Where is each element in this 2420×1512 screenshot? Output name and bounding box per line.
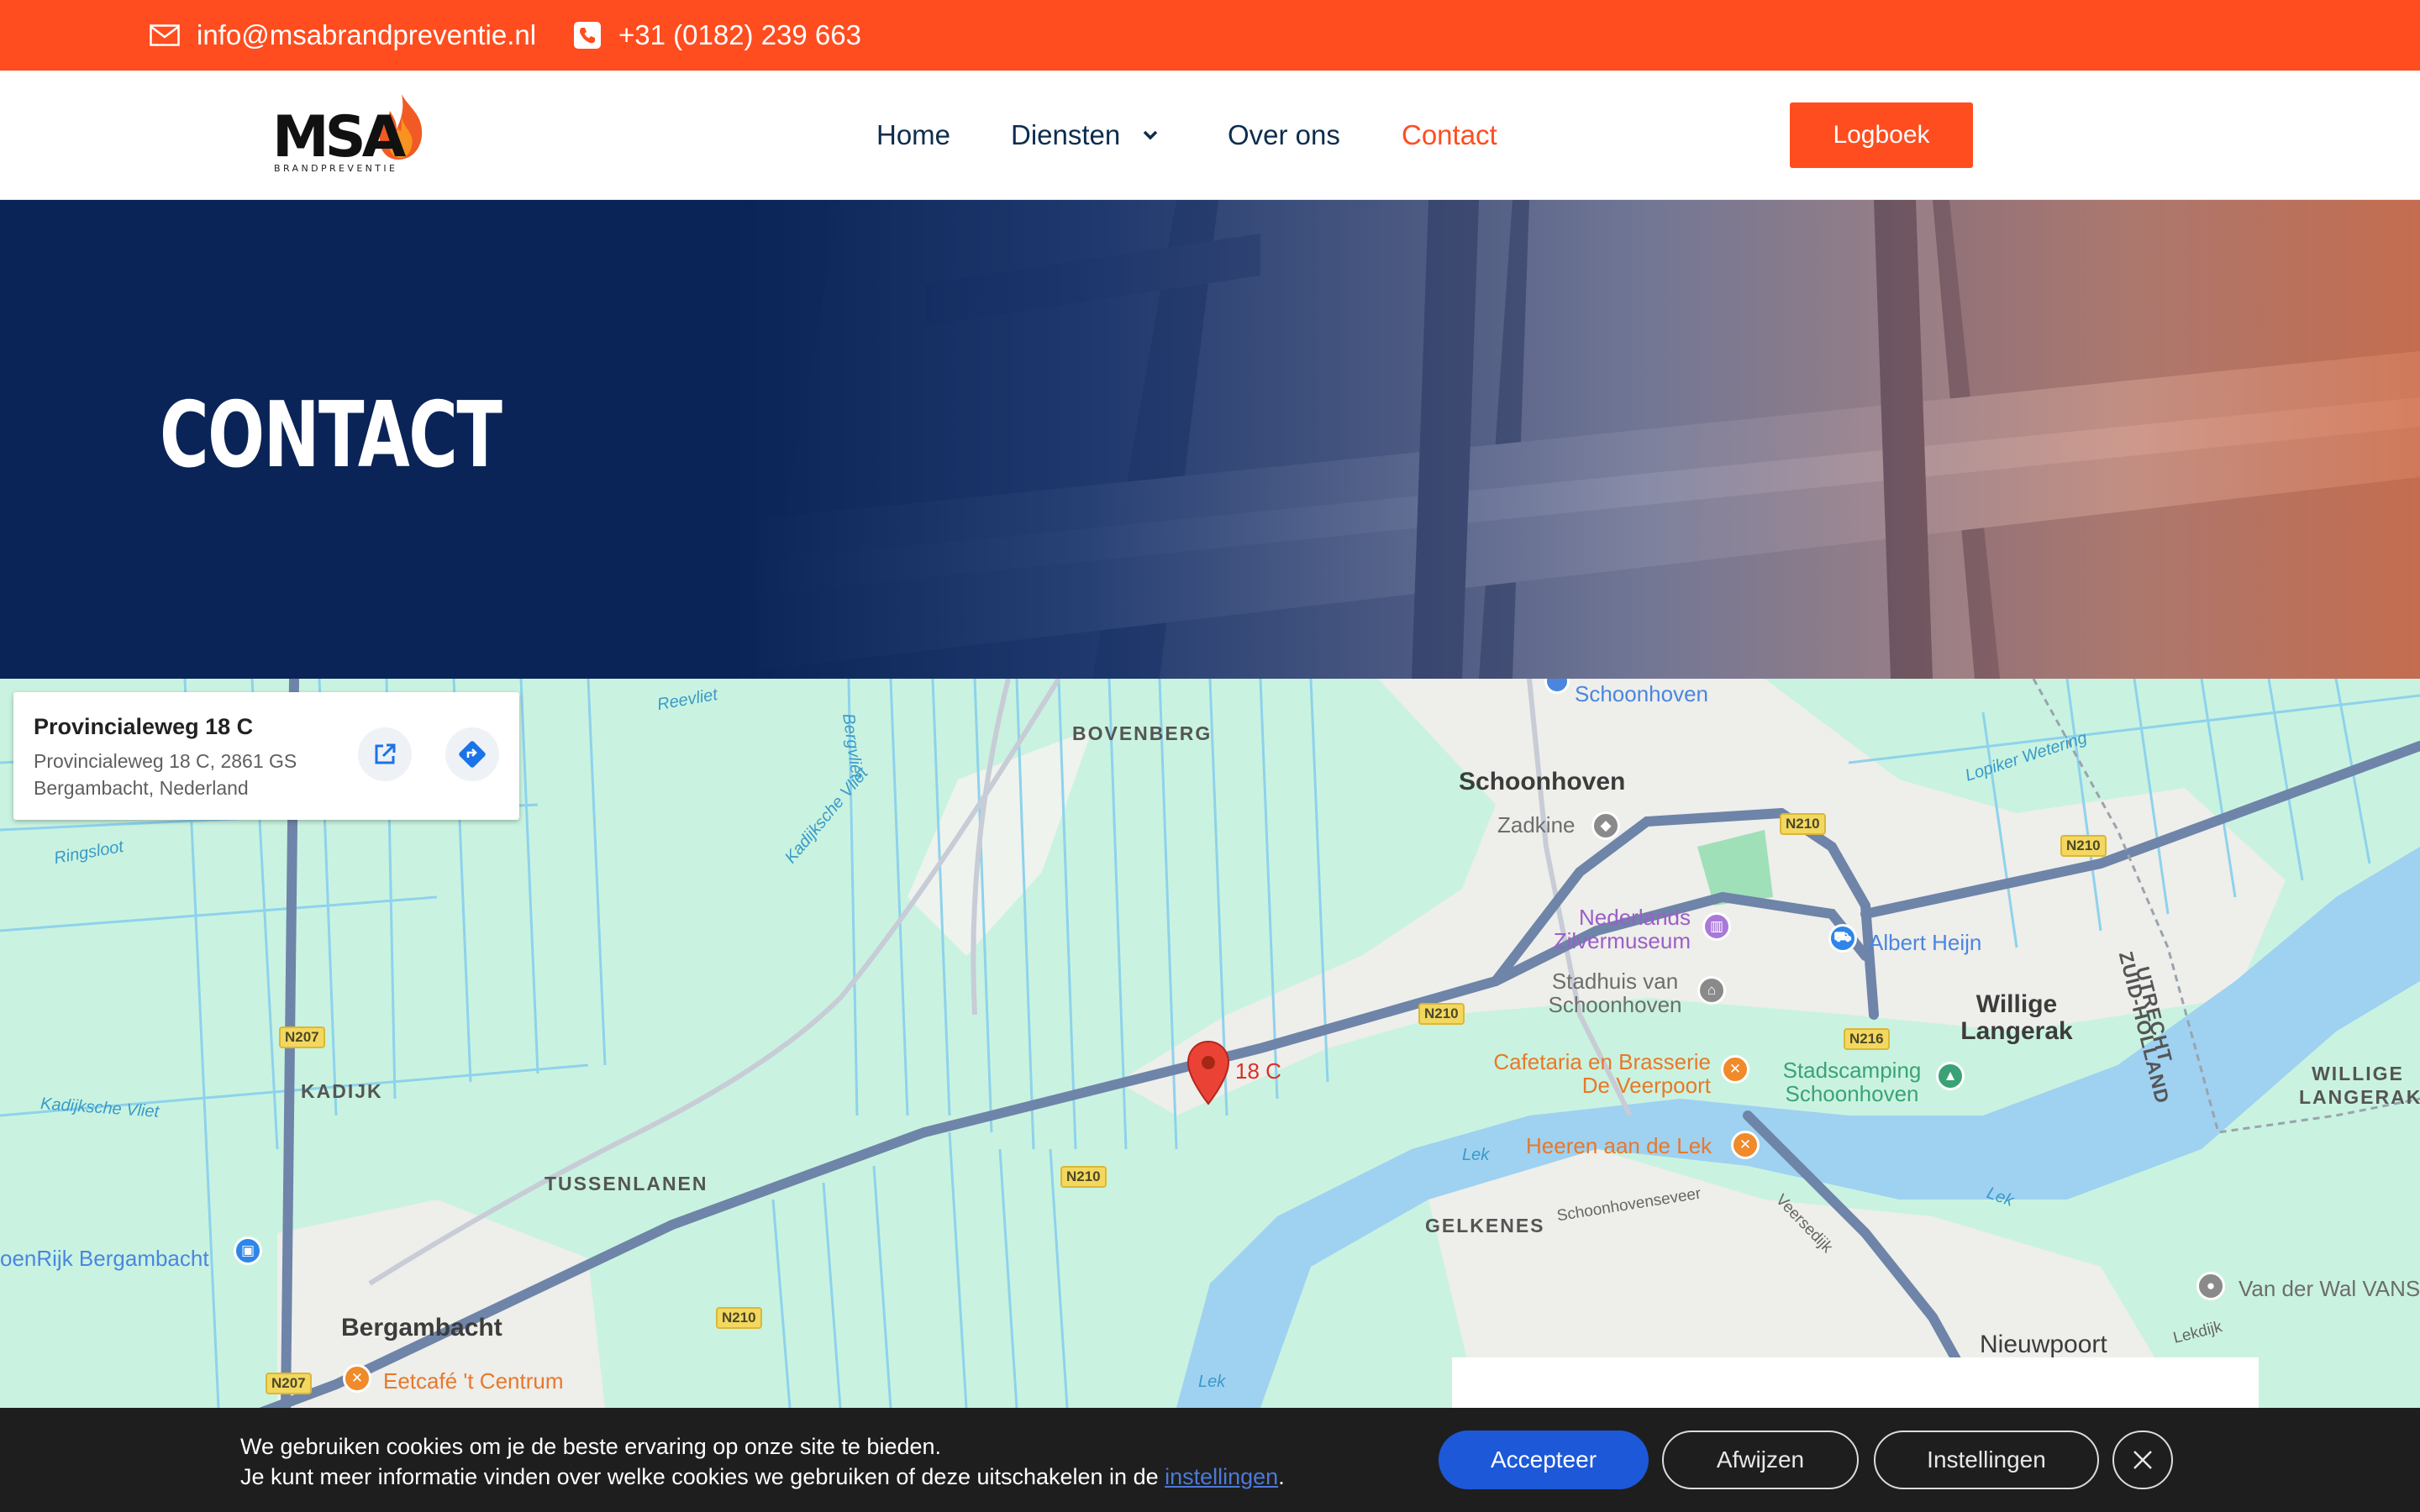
map-label: Albert Heijn: [1869, 930, 1982, 955]
cookie-line-2-end: .: [1278, 1464, 1285, 1489]
phone-link[interactable]: +31 (0182) 239 663: [573, 0, 861, 71]
map-label: TUSSENLANEN: [544, 1173, 708, 1194]
road-badge: N210: [1780, 813, 1826, 835]
map-label: Stadhuis van Schoonhoven: [1548, 969, 1682, 1017]
map-label: Lek: [1462, 1146, 1490, 1164]
map-label: Cafetaria en Brasserie De Veerpoort: [1493, 1049, 1711, 1098]
envelope-icon: [150, 24, 180, 46]
map-label: Heeren aan de Lek: [1526, 1133, 1712, 1158]
town-hall-icon[interactable]: ⌂: [1697, 976, 1726, 1005]
map-label: KADIJK: [301, 1080, 383, 1102]
map-label: Nederlands Zilvermuseum: [1553, 905, 1691, 953]
map-label: BOVENBERG: [1072, 722, 1213, 744]
cookie-line-2: Je kunt meer informatie vinden over welk…: [240, 1462, 1285, 1492]
map-label: GELKENES: [1425, 1215, 1545, 1236]
logboek-button[interactable]: Logboek: [1790, 102, 1973, 168]
msa-logo[interactable]: MSA BRANDPREVENTIE: [272, 92, 432, 180]
close-cookie-bar-button[interactable]: [2112, 1431, 2173, 1489]
road-badge: N207: [266, 1373, 312, 1394]
reject-cookies-button[interactable]: Afwijzen: [1662, 1431, 1859, 1489]
accept-cookies-button[interactable]: Accepteer: [1439, 1431, 1649, 1489]
map-label: Eetcafé 't Centrum: [383, 1368, 564, 1394]
road-badge: N210: [2060, 835, 2107, 857]
cookie-settings-button[interactable]: Instellingen: [1874, 1431, 2099, 1489]
store-icon[interactable]: ▣: [234, 1236, 262, 1265]
cookie-message: We gebruiken cookies om je de beste erva…: [240, 1431, 1285, 1492]
nav-diensten[interactable]: Diensten: [1011, 71, 1159, 200]
map-label: Schoonhoven: [1544, 679, 1709, 706]
cookie-consent-bar: We gebruiken cookies om je de beste erva…: [0, 1408, 2420, 1512]
map-label: Lek: [1198, 1373, 1226, 1391]
restaurant-icon[interactable]: ✕: [1721, 1055, 1749, 1084]
cookie-line-1: We gebruiken cookies om je de beste erva…: [240, 1434, 942, 1459]
map-label: oenRijk Bergambacht: [0, 1246, 209, 1271]
external-link-icon: [375, 743, 396, 764]
logo-subtext: BRANDPREVENTIE: [274, 163, 398, 174]
road-badge: N216: [1844, 1028, 1890, 1050]
cookie-line-2-text: Je kunt meer informatie vinden over welk…: [240, 1464, 1165, 1489]
map-label: Van der Wal VANS: [2238, 1276, 2420, 1301]
phone-text: +31 (0182) 239 663: [618, 19, 861, 50]
contact-panel-edge: [1452, 1357, 2259, 1408]
email-link[interactable]: info@msabrandpreventie.nl: [150, 0, 536, 71]
nav-diensten-label: Diensten: [1011, 119, 1121, 150]
directions-button[interactable]: [445, 727, 499, 781]
map-label-text: Schoonhoven: [1575, 681, 1709, 706]
directions-icon: [459, 741, 486, 768]
hero-banner: CONTACT: [0, 200, 2420, 679]
email-text: info@msabrandpreventie.nl: [197, 19, 537, 50]
top-contact-bar: info@msabrandpreventie.nl +31 (0182) 239…: [0, 0, 2420, 71]
restaurant-icon[interactable]: ✕: [343, 1364, 371, 1393]
map-place-card: Provincialeweg 18 C Provincialeweg 18 C,…: [13, 692, 519, 820]
school-icon[interactable]: ◆: [1591, 811, 1620, 840]
place-card-title: Provincialeweg 18 C: [34, 714, 254, 739]
site-header: MSA BRANDPREVENTIE Home Diensten Over on…: [0, 71, 2420, 200]
shopping-cart-icon[interactable]: ⛟: [1828, 924, 1857, 953]
map-label: Bergambacht: [341, 1314, 502, 1341]
map-label: Nieuwpoort: [1980, 1331, 2107, 1358]
page-title: CONTACT: [160, 383, 502, 488]
road-badge: N210: [716, 1307, 762, 1329]
road-badge: N207: [279, 1026, 325, 1048]
road-badge: N210: [1418, 1003, 1465, 1025]
place-card-address: Provincialeweg 18 C, 2861 GS Bergambacht…: [34, 750, 297, 799]
close-icon: [2133, 1451, 2152, 1469]
map-label: WILLIGE LANGERAK: [2299, 1063, 2420, 1108]
marker-label: 18 C: [1235, 1058, 1281, 1084]
open-in-maps-button[interactable]: [358, 727, 412, 781]
campground-icon[interactable]: ▲: [1936, 1062, 1965, 1090]
logo-wordmark: MSA: [272, 104, 406, 171]
location-icon[interactable]: ●: [2196, 1272, 2225, 1300]
chevron-down-icon: [1144, 130, 1158, 140]
nav-contact[interactable]: Contact: [1402, 71, 1497, 200]
nav-home[interactable]: Home: [876, 71, 950, 200]
google-map[interactable]: Provincialeweg 18 C Provincialeweg 18 C,…: [0, 679, 2420, 1408]
map-label: Schoonhoven: [1459, 768, 1626, 795]
map-label: Stadscamping Schoonhoven: [1782, 1058, 1922, 1106]
map-label: Willige Langerak: [1960, 990, 2073, 1045]
road-badge: N210: [1060, 1166, 1107, 1188]
map-label: Zadkine: [1497, 812, 1576, 837]
restaurant-icon[interactable]: ✕: [1731, 1131, 1760, 1159]
phone-icon: [574, 22, 601, 49]
nav-over-ons[interactable]: Over ons: [1228, 71, 1340, 200]
location-marker-icon[interactable]: [1185, 1040, 1232, 1107]
museum-icon[interactable]: ▥: [1702, 912, 1731, 941]
cookie-settings-link[interactable]: instellingen: [1165, 1464, 1278, 1489]
